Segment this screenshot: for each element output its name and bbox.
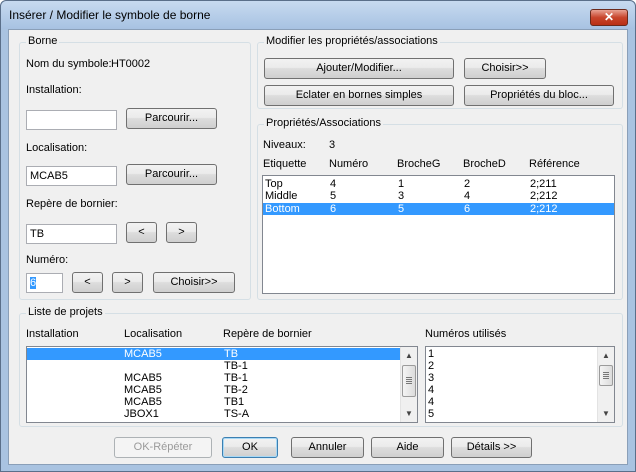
row-localisation: MCAB5 (124, 396, 162, 408)
used-numbers-list[interactable]: 1 2 3 4 4 5 ▲ ▼ (425, 346, 615, 423)
properties-list[interactable]: Top 4 1 2 2;211 Middle 5 3 4 2;212 Botto… (262, 175, 615, 294)
ok-button[interactable]: OK (222, 437, 278, 458)
row-repere: TS-A (224, 408, 250, 420)
row-repere: TB-1 (224, 372, 248, 384)
used-numbers-scrollbar[interactable]: ▲ ▼ (597, 347, 614, 422)
explode-button[interactable]: Eclater en bornes simples (264, 85, 454, 106)
scroll-up-arrow-icon[interactable]: ▲ (401, 347, 417, 364)
projects-scroll-thumb[interactable] (402, 365, 416, 397)
modify-choose-button[interactable]: Choisir>> (464, 58, 546, 79)
row-reference: 2;212 (530, 190, 558, 202)
projects-col-localisation: Localisation (124, 328, 183, 340)
row-localisation: MCAB5 (124, 372, 162, 384)
projects-col-repere: Repère de bornier (223, 328, 312, 340)
borne-group-title: Borne (26, 35, 60, 47)
projects-row[interactable]: MCAB5 TB-1 (27, 372, 401, 384)
symbol-name-label: Nom du symbole: (26, 58, 112, 70)
projects-row[interactable]: JBOX1 TS-A (27, 408, 401, 420)
row-repere: TB-2 (224, 384, 248, 396)
installation-input[interactable] (26, 110, 117, 130)
used-numbers-scroll-thumb[interactable] (599, 365, 613, 386)
props-col-brocheg: BrocheG (397, 158, 441, 170)
scroll-up-arrow-icon[interactable]: ▲ (598, 347, 614, 364)
properties-row-selected[interactable]: Bottom 6 5 6 2;212 (263, 203, 614, 215)
row-localisation: JBOX1 (124, 408, 159, 420)
used-number-item[interactable]: 2 (428, 360, 434, 372)
levels-value: 3 (329, 139, 336, 151)
localisation-label: Localisation: (26, 142, 88, 154)
localisation-input[interactable]: MCAB5 (26, 166, 117, 186)
properties-row[interactable]: Top 4 1 2 2;211 (263, 178, 614, 190)
dialog-window: Insérer / Modifier le symbole de borne ✕… (0, 0, 636, 472)
browse-installation-button[interactable]: Parcourir... (126, 108, 217, 129)
repere-label: Repère de bornier: (26, 198, 118, 210)
symbol-name-value: HT0002 (111, 58, 151, 70)
row-repere: TB1 (224, 396, 245, 408)
used-number-item[interactable]: 1 (428, 348, 434, 360)
row-brocheg: 3 (398, 190, 405, 202)
row-etiquette: Top (265, 178, 283, 190)
levels-label: Niveaux: (263, 139, 306, 151)
numero-choose-button[interactable]: Choisir>> (153, 272, 235, 293)
dialog-client-area: Borne Nom du symbole: HT0002 Installatio… (8, 29, 628, 465)
modify-group-title: Modifier les propriétés/associations (264, 35, 440, 47)
title-bar[interactable]: Insérer / Modifier le symbole de borne ✕ (1, 1, 635, 29)
row-numero: 4 (330, 178, 337, 190)
help-button[interactable]: Aide (371, 437, 444, 458)
projects-row[interactable]: MCAB5 TB1 (27, 396, 401, 408)
props-col-broched: BrocheD (463, 158, 506, 170)
cancel-button[interactable]: Annuler (291, 437, 364, 458)
details-button[interactable]: Détails >> (451, 437, 532, 458)
window-title: Insérer / Modifier le symbole de borne (9, 8, 211, 22)
props-col-numero: Numéro (329, 158, 369, 170)
projects-list[interactable]: MCAB5 TB TB-1 MCAB5 TB-1 MCAB5 TB-2 MCAB… (26, 346, 418, 423)
row-broched: 2 (464, 178, 471, 190)
repere-prev-button[interactable]: < (126, 222, 157, 243)
projects-col-installation: Installation (26, 328, 79, 340)
used-numbers-label: Numéros utilisés (425, 328, 507, 340)
block-properties-button[interactable]: Propriétés du bloc... (464, 85, 614, 106)
props-col-reference: Référence (529, 158, 580, 170)
row-reference: 2;211 (530, 178, 557, 190)
props-col-etiquette: Etiquette (263, 158, 307, 170)
repere-input[interactable]: TB (26, 224, 117, 244)
row-brocheg: 5 (398, 203, 405, 215)
projects-row-selected[interactable]: MCAB5 TB (27, 348, 401, 360)
row-etiquette: Middle (265, 190, 298, 202)
row-broched: 4 (464, 190, 471, 202)
numero-next-button[interactable]: > (112, 272, 143, 293)
numero-label: Numéro: (26, 254, 69, 266)
repere-next-button[interactable]: > (166, 222, 197, 243)
row-localisation: MCAB5 (124, 348, 162, 360)
scroll-down-arrow-icon[interactable]: ▼ (401, 405, 417, 422)
row-etiquette: Bottom (265, 203, 300, 215)
numero-value: 6 (30, 277, 37, 289)
used-number-item[interactable]: 4 (428, 384, 434, 396)
row-repere: TB (224, 348, 239, 360)
add-modify-button[interactable]: Ajouter/Modifier... (264, 58, 454, 79)
scroll-down-arrow-icon[interactable]: ▼ (598, 405, 614, 422)
projects-row[interactable]: MCAB5 TB-2 (27, 384, 401, 396)
numero-prev-button[interactable]: < (72, 272, 103, 293)
browse-localisation-button[interactable]: Parcourir... (126, 164, 217, 185)
numero-input[interactable]: 6 (26, 273, 63, 293)
ok-repeat-button[interactable]: OK-Répéter (114, 437, 212, 458)
projects-scrollbar[interactable]: ▲ ▼ (400, 347, 417, 422)
row-numero: 5 (330, 190, 337, 202)
used-number-item[interactable]: 4 (428, 396, 434, 408)
row-brocheg: 1 (398, 178, 405, 190)
row-broched: 6 (464, 203, 471, 215)
used-number-item[interactable]: 5 (428, 408, 434, 420)
row-numero: 6 (330, 203, 337, 215)
properties-group-title: Propriétés/Associations (264, 117, 383, 129)
row-repere: TB-1 (224, 360, 248, 372)
close-button[interactable]: ✕ (590, 9, 628, 26)
row-reference: 2;212 (530, 203, 558, 215)
installation-label: Installation: (26, 84, 82, 96)
projects-row[interactable]: TB-1 (27, 360, 401, 372)
used-number-item[interactable]: 3 (428, 372, 434, 384)
row-localisation: MCAB5 (124, 384, 162, 396)
properties-row[interactable]: Middle 5 3 4 2;212 (263, 190, 614, 202)
projects-group-title: Liste de projets (26, 306, 105, 318)
